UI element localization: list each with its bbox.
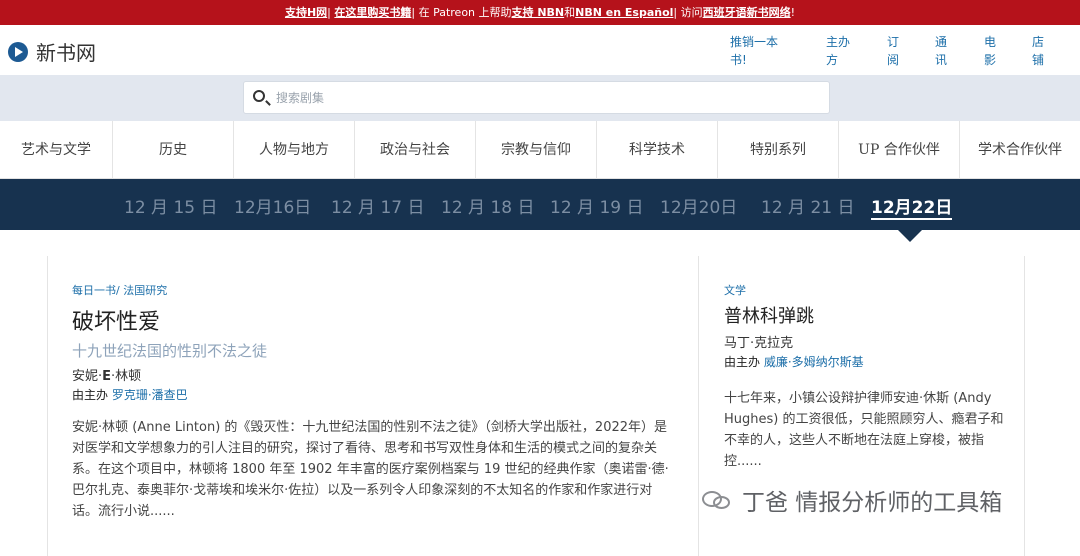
book-category-link[interactable]: 法国研究 xyxy=(123,284,167,297)
category-up-partners[interactable]: UP 合作伙伴 xyxy=(839,121,960,179)
side-book-author: 马丁·克拉克 xyxy=(724,336,794,351)
support-h-link[interactable]: 支持H网 xyxy=(285,6,327,19)
nav-subscribe[interactable]: 订阅 xyxy=(887,33,901,69)
nav-films[interactable]: 电影 xyxy=(984,33,998,69)
search-input[interactable] xyxy=(276,88,816,108)
watermark-text: 丁爸 情报分析师的工具箱 xyxy=(742,490,1003,516)
side-book-host: 由主办 威廉·多姆纳尔斯基 xyxy=(724,353,1009,370)
host-prefix: 由主办 xyxy=(724,355,761,369)
logo-icon xyxy=(8,41,28,62)
support-nbn-link[interactable]: 支持 NBN xyxy=(512,6,565,19)
banner-text-end: ! xyxy=(790,6,796,19)
date-tab[interactable]: 12 月 18 日 xyxy=(441,193,534,218)
host-link[interactable]: 罗克珊·潘查巴 xyxy=(112,388,188,402)
category-arts-literature[interactable]: 艺术与文学 xyxy=(0,121,113,179)
site-header: 新书网 推销一本书! 主办方 订阅 通讯 电影 店铺 xyxy=(0,25,1080,75)
category-politics-society[interactable]: 政治与社会 xyxy=(355,121,476,179)
active-date-pointer xyxy=(898,230,922,242)
book-host: 由主办 罗克珊·潘查巴 xyxy=(72,386,677,403)
wechat-icon xyxy=(702,489,734,511)
nbn-espanol-link[interactable]: NBN en Español xyxy=(575,6,673,19)
book-kicker: 每日一书/ 法国研究 xyxy=(72,282,677,298)
nav-pitch-book[interactable]: 推销一本书! xyxy=(730,33,790,69)
search-box[interactable] xyxy=(243,81,830,114)
side-book-title[interactable]: 普林科弹跳 xyxy=(724,302,1009,328)
search-bar-strip xyxy=(0,75,1080,121)
date-bar: 12 月 15 日 12月16日 12 月 17 日 12 月 18 日 12 … xyxy=(0,179,1080,230)
category-science-tech[interactable]: 科学技术 xyxy=(597,121,718,179)
date-tab[interactable]: 12 月 17 日 xyxy=(331,193,424,218)
book-title[interactable]: 破坏性爱 xyxy=(72,304,677,336)
category-people-places[interactable]: 人物与地方 xyxy=(234,121,355,179)
author-initial: E xyxy=(102,369,112,384)
nav-shop[interactable]: 店铺 xyxy=(1032,33,1046,69)
date-tab[interactable]: 12月16日 xyxy=(234,193,311,218)
watermark: 丁爸 情报分析师的工具箱 xyxy=(702,483,1002,517)
category-history[interactable]: 历史 xyxy=(113,121,234,179)
author-part: ·林顿 xyxy=(111,369,142,384)
banner-text-visit: | 访问 xyxy=(673,6,703,19)
spanish-network-link[interactable]: 西班牙语新书网络 xyxy=(703,6,791,19)
book-description: 安妮·林顿 (Anne Linton) 的《毁灭性：十九世纪法国的性别不法之徒》… xyxy=(72,420,669,519)
site-logo[interactable]: 新书网 xyxy=(8,37,96,66)
search-icon[interactable] xyxy=(253,90,265,102)
date-tab[interactable]: 12 月 19 日 xyxy=(550,193,643,218)
category-academic-partners[interactable]: 学术合作伙伴 xyxy=(960,121,1080,179)
side-book-description: 十七年来，小镇公设辩护律师安迪·休斯 (Andy Hughes) 的工资很低，只… xyxy=(724,391,1004,469)
nav-newsletter[interactable]: 通讯 xyxy=(935,33,949,69)
host-prefix: 由主办 xyxy=(72,388,109,402)
book-of-day-link[interactable]: 每日一书 xyxy=(72,284,116,297)
side-host-link[interactable]: 威廉·多姆纳尔斯基 xyxy=(764,355,864,369)
banner-text-and: 和 xyxy=(564,6,576,19)
category-nav: 艺术与文学 历史 人物与地方 政治与社会 宗教与信仰 科学技术 特别系列 UP … xyxy=(0,121,1080,179)
book-author: 安妮·E·林顿 xyxy=(72,365,677,384)
top-banner: 支持H网| 在这里购买书籍| 在 Patreon 上帮助支持 NBN和NBN e… xyxy=(0,0,1080,25)
category-religion-faith[interactable]: 宗教与信仰 xyxy=(476,121,597,179)
buy-books-link[interactable]: 在这里购买书籍 xyxy=(334,6,411,19)
date-tab[interactable]: 12 月 15 日 xyxy=(124,193,217,218)
date-tab[interactable]: 12月20日 xyxy=(660,193,737,218)
author-part: 安妮· xyxy=(72,369,103,384)
date-tab-active[interactable]: 12月22日 xyxy=(871,193,953,220)
banner-text-patreon: | 在 Patreon 上帮助 xyxy=(411,6,512,19)
logo-text: 新书网 xyxy=(36,41,96,65)
nav-hosts[interactable]: 主办方 xyxy=(826,33,852,69)
book-subtitle: 十九世纪法国的性别不法之徒 xyxy=(72,342,268,360)
side-book-category-link[interactable]: 文学 xyxy=(724,282,1009,298)
date-tab[interactable]: 12 月 21 日 xyxy=(761,193,854,218)
featured-book-card: 每日一书/ 法国研究 破坏性爱 十九世纪法国的性别不法之徒 安妮·E·林顿 由主… xyxy=(47,256,699,556)
category-special-series[interactable]: 特别系列 xyxy=(718,121,839,179)
